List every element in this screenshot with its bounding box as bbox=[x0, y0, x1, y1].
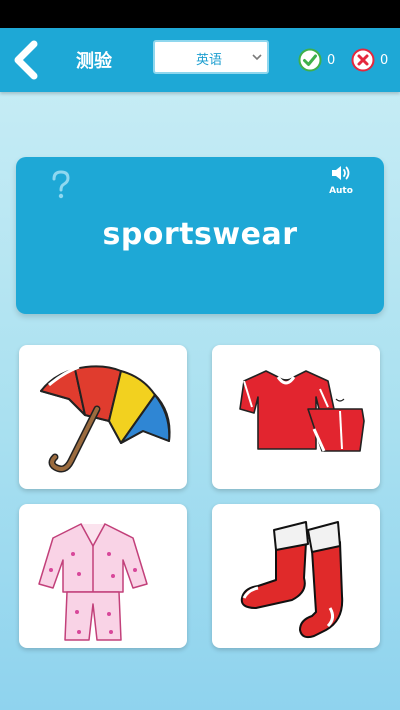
language-select[interactable]: 英语 bbox=[153, 40, 269, 74]
word-card: Auto sportswear bbox=[16, 157, 384, 314]
check-circle-icon bbox=[298, 48, 322, 72]
page-title: 测验 bbox=[76, 51, 112, 72]
correct-count: 0 bbox=[327, 52, 336, 68]
auto-label: Auto bbox=[329, 186, 353, 196]
chevron-down-icon bbox=[252, 54, 262, 61]
back-button[interactable] bbox=[8, 38, 48, 82]
correct-score: 0 bbox=[298, 48, 335, 72]
wrong-score: 0 bbox=[351, 48, 388, 72]
sports-uniform-icon bbox=[239, 370, 365, 452]
hint-button[interactable] bbox=[44, 167, 78, 201]
cross-circle-icon bbox=[351, 48, 375, 72]
auto-play-sound-button[interactable]: Auto bbox=[326, 164, 356, 196]
socks-icon bbox=[240, 521, 344, 639]
pajamas-icon bbox=[38, 523, 148, 641]
wrong-count: 0 bbox=[380, 52, 389, 68]
option-card-umbrella[interactable] bbox=[19, 345, 187, 489]
speaker-icon bbox=[332, 166, 350, 180]
language-selected-value: 英语 bbox=[195, 53, 222, 68]
option-card-sports-uniform[interactable] bbox=[212, 345, 380, 489]
option-card-socks[interactable] bbox=[212, 504, 380, 648]
quiz-word: sportswear bbox=[102, 217, 298, 252]
question-mark-icon bbox=[52, 170, 70, 199]
top-bar: 测验 英语 0 0 bbox=[0, 28, 400, 92]
option-card-pajamas[interactable] bbox=[19, 504, 187, 648]
back-arrow-icon bbox=[14, 40, 38, 80]
umbrella-icon bbox=[40, 365, 171, 473]
status-bar bbox=[0, 0, 400, 28]
